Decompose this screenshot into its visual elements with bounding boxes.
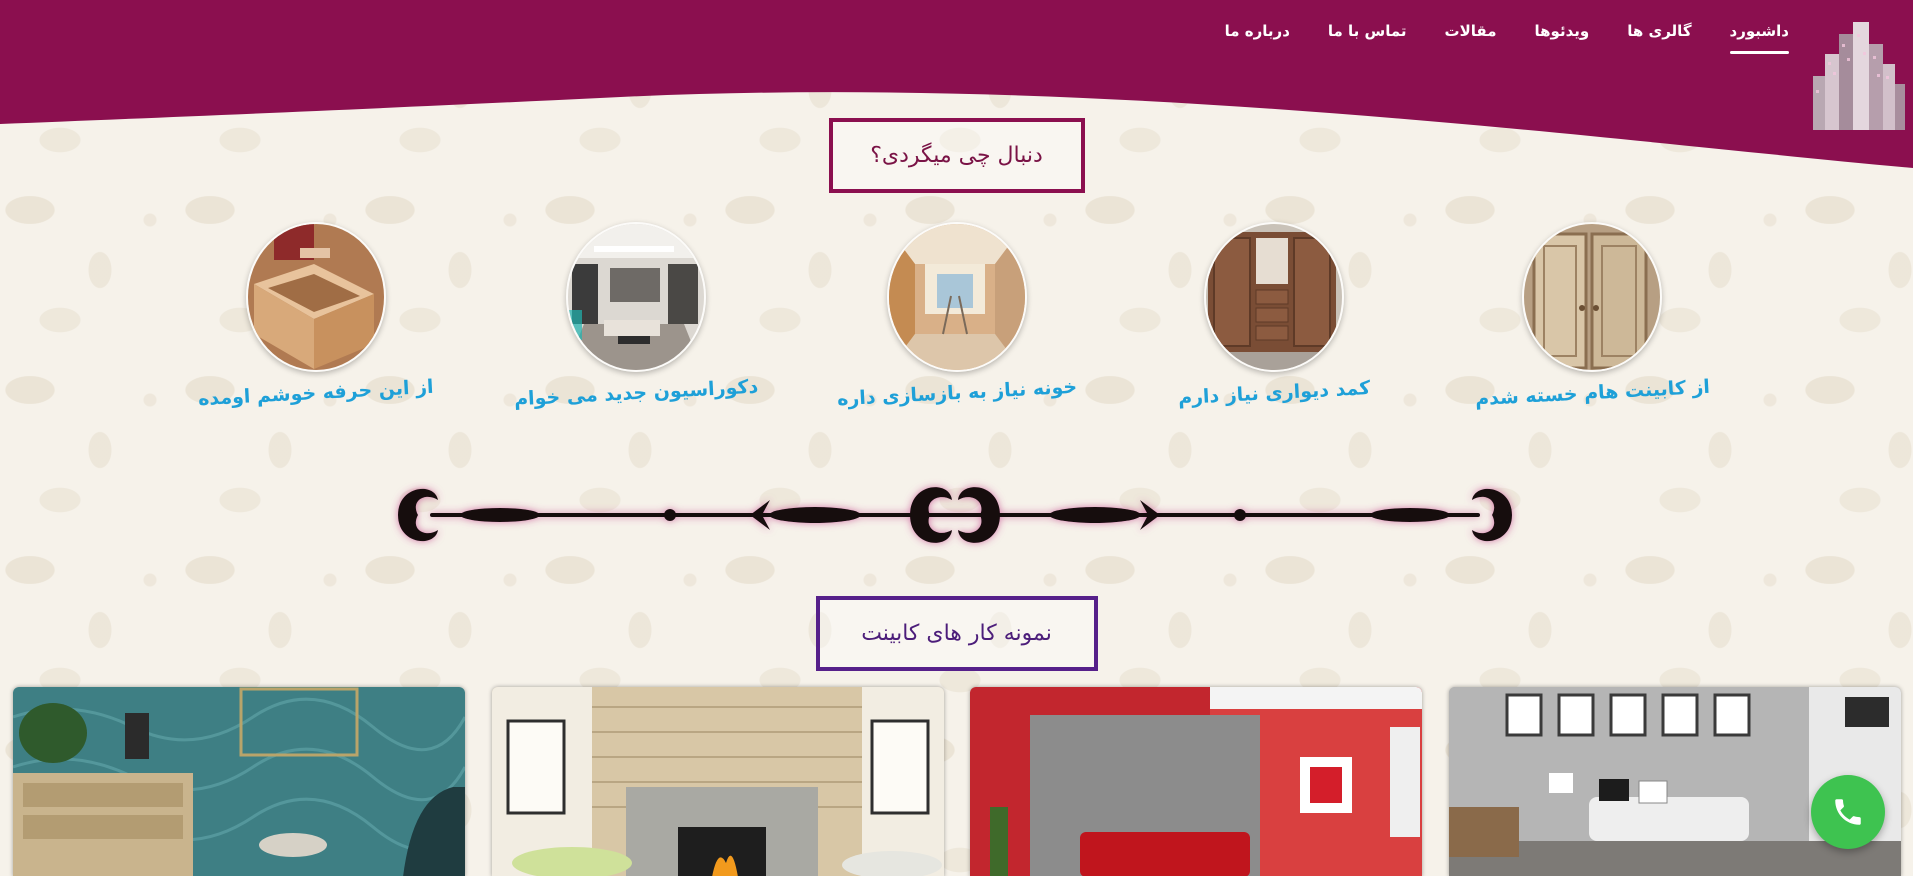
category-item-cabinets[interactable]: از کابینت هام خسته شدم [1462, 222, 1722, 410]
phone-call-button[interactable] [1811, 775, 1885, 849]
category-item-decoration[interactable]: دکوراسیون جدید می خوام [506, 222, 766, 410]
nav-item-articles[interactable]: مقالات [1445, 22, 1497, 54]
nav-item-dashboard[interactable]: داشبورد [1729, 22, 1790, 54]
wall-closet-image [1204, 222, 1344, 372]
category-label: از کابینت هام خسته شدم [1474, 375, 1710, 411]
category-item-closet[interactable]: کمد دیواری نیاز دارم [1144, 222, 1404, 409]
teal-wallpaper-room-image [13, 687, 465, 876]
category-label: خونه نیاز به بازسازی داره [836, 375, 1078, 411]
phone-icon [1835, 799, 1861, 825]
sample-card-4[interactable] [13, 687, 465, 876]
samples-section-title: نمونه کار های کابینت [815, 596, 1098, 671]
category-label: کمد دیواری نیاز دارم [1177, 376, 1371, 410]
nav-item-galleries[interactable]: گالری ها [1627, 22, 1691, 54]
old-cabinet-image [1522, 222, 1662, 372]
carpentry-image [246, 222, 386, 372]
decorative-divider [390, 470, 1520, 560]
red-wall-room-image [970, 687, 1422, 876]
category-label: دکوراسیون جدید می خوام [513, 375, 759, 411]
main-nav: داشبورد گالری ها ویدئوها مقالات تماس با … [1225, 22, 1790, 54]
living-room-image [566, 222, 706, 372]
category-item-renovation[interactable]: خونه نیاز به بازسازی داره [827, 222, 1087, 410]
fireplace-room-image [492, 687, 944, 876]
sample-card-2[interactable] [970, 687, 1422, 876]
nav-item-about[interactable]: درباره ما [1225, 22, 1290, 54]
category-label: از این حرفه خوشم اومده [197, 375, 435, 411]
nav-item-contact[interactable]: تماس با ما [1328, 22, 1407, 54]
sample-card-3[interactable] [492, 687, 944, 876]
renovation-image [887, 222, 1027, 372]
city-skyline-logo[interactable] [1811, 14, 1907, 134]
search-section-title: دنبال چی میگردی؟ [828, 118, 1085, 193]
nav-item-videos[interactable]: ویدئوها [1535, 22, 1590, 54]
category-item-carpentry[interactable]: از این حرفه خوشم اومده [186, 222, 446, 410]
